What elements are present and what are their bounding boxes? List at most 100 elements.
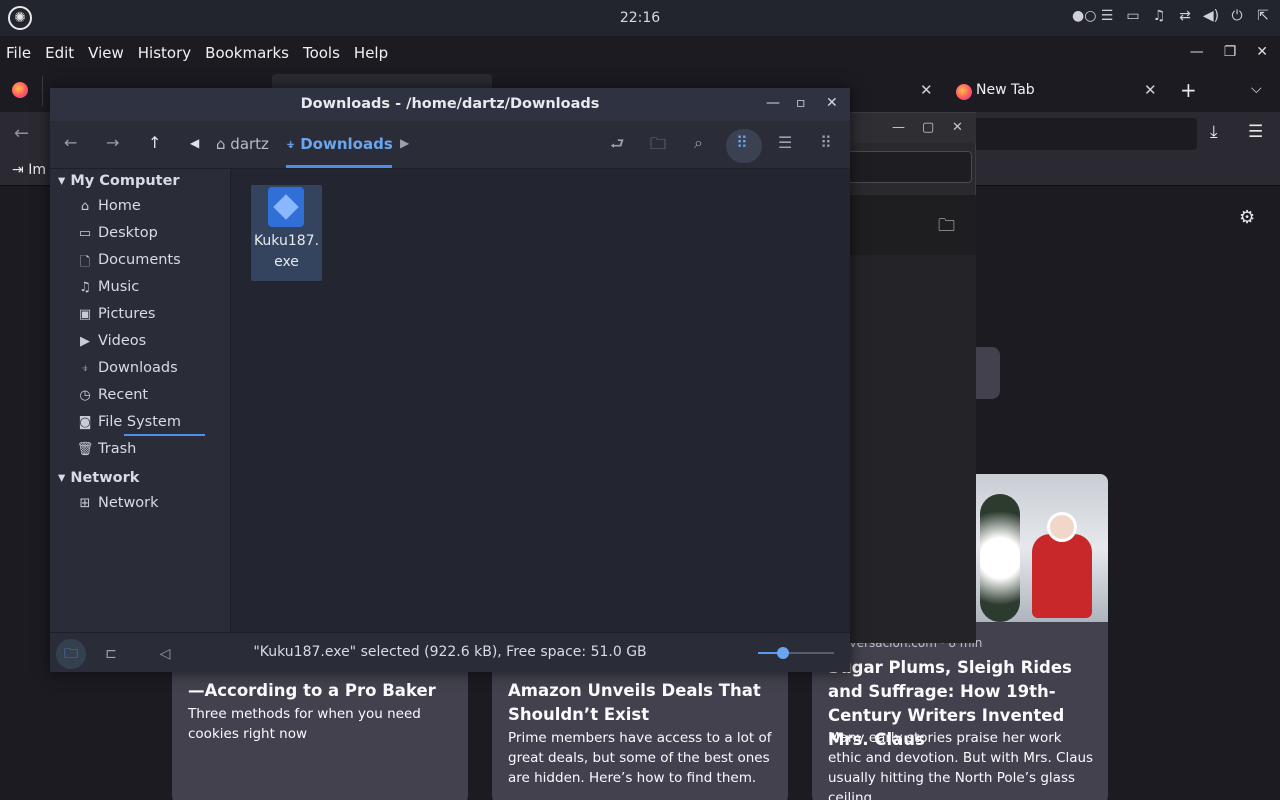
story-description: Three methods for when you need cookies … [188, 706, 421, 742]
back-arrow-icon[interactable]: ← [64, 133, 77, 152]
mrs-claus-figure-image [1032, 512, 1092, 618]
file-view[interactable]: Kuku187.exe [231, 169, 850, 632]
zoom-slider[interactable] [758, 647, 834, 659]
menu-history[interactable]: History [138, 44, 191, 62]
search-icon[interactable]: ⌕ [694, 133, 703, 153]
sidebar-section-network[interactable]: ▾ Network [58, 470, 139, 486]
minimize-icon[interactable]: — [892, 120, 905, 135]
close-icon[interactable]: ✕ [952, 120, 963, 135]
drive-icon: ◙ [78, 415, 92, 430]
sidebar-item-videos[interactable]: ▶ Videos [76, 331, 226, 355]
document-icon: 🗋 [79, 255, 91, 270]
firefox-icon[interactable] [12, 82, 28, 98]
folder-icon[interactable]: 🗀 [938, 213, 955, 242]
list-view-icon[interactable]: ☰ [778, 133, 792, 152]
sidebar-item-music[interactable]: ♫ Music [76, 277, 226, 301]
gear-icon[interactable]: ⚙ [1239, 207, 1255, 228]
executable-icon [268, 187, 304, 227]
up-arrow-icon[interactable]: ↑ [148, 133, 161, 152]
home-icon: ⌂ [80, 199, 90, 214]
network-icon[interactable]: ⇄ [1176, 8, 1194, 24]
sidebar-item-label: Downloads [98, 360, 178, 376]
menu-bookmarks[interactable]: Bookmarks [205, 44, 289, 62]
forward-arrow-icon[interactable]: → [106, 133, 119, 152]
folder-icon[interactable]: ▭ [1124, 8, 1142, 24]
new-tab-plus-icon[interactable]: + [1180, 78, 1197, 102]
sidebar-item-downloads[interactable]: ⍖ Downloads [76, 358, 226, 382]
sidebar-item-label: Network [98, 495, 159, 511]
hamburger-menu-icon[interactable]: ☰ [1248, 122, 1263, 142]
bookmark-import[interactable]: ⇥ Im [12, 162, 46, 178]
sidebar-item-trash[interactable]: 🗑 Trash [76, 439, 226, 463]
bell-icon[interactable]: ♫ [1150, 8, 1168, 24]
new-folder-icon[interactable]: 🗀 [650, 133, 666, 160]
dialog-path-bar[interactable] [850, 151, 972, 183]
sidebar-item-label: File System [98, 414, 181, 430]
story-title: —According to a Pro Baker [188, 681, 436, 700]
sidebar-item-recent[interactable]: ◷ Recent [76, 385, 226, 409]
compact-view-icon[interactable]: ⠿ [820, 133, 832, 152]
story-description: Prime members have access to a lot of gr… [508, 730, 772, 786]
file-item[interactable]: Kuku187.exe [251, 185, 322, 281]
trash-icon: 🗑 [76, 442, 94, 457]
bookmark-import-label: Im [28, 162, 46, 178]
status-dots-icon[interactable]: ●○ [1072, 8, 1096, 24]
back-arrow-icon[interactable]: ← [14, 123, 29, 144]
minimize-icon[interactable]: — [1190, 44, 1204, 60]
breadcrumb-downloads[interactable]: ⍖ Downloads [286, 135, 393, 153]
sidebar-item-label: Desktop [98, 225, 158, 241]
sidebar-item-pictures[interactable]: ▣ Pictures [76, 304, 226, 328]
breadcrumb-home[interactable]: ⌂ dartz [216, 135, 269, 153]
location-toggle-icon[interactable]: ⮐ [610, 133, 624, 160]
recent-icon: ◷ [79, 388, 91, 403]
tab-close-icon[interactable]: ✕ [920, 81, 933, 99]
close-icon[interactable]: ✕ [826, 95, 838, 111]
menu-edit[interactable]: Edit [45, 44, 74, 62]
menu-help[interactable]: Help [354, 44, 388, 62]
menu-view[interactable]: View [88, 44, 124, 62]
breadcrumb-left-icon[interactable]: ◀ [190, 136, 199, 150]
system-top-bar: ✺ 22:16 ●○ ☰ ▭ ♫ ⇄ ◀) ⏻ ⇱ [0, 0, 1280, 36]
sidebar-item-label: Home [98, 198, 141, 214]
places-sidebar: ▾ My Computer ⌂ Home ▭ Desktop 🗋 Documen… [50, 169, 231, 632]
close-icon[interactable]: ✕ [1256, 44, 1268, 60]
sidebar-section-label: My Computer [70, 173, 180, 189]
breadcrumb-label: Downloads [300, 135, 393, 153]
tab-close-icon[interactable]: ✕ [1144, 81, 1157, 99]
menu-tools[interactable]: Tools [303, 44, 340, 62]
maximize-icon[interactable]: ▫ [796, 95, 806, 111]
file-chooser-dialog: — ▢ ✕ 🗀 [849, 112, 976, 643]
tab-new-tab[interactable]: New Tab ✕ [946, 74, 1170, 110]
music-icon: ♫ [79, 280, 91, 295]
breadcrumb-active-underline [286, 165, 392, 168]
desktop-icon: ▭ [78, 226, 92, 241]
icon-view-icon[interactable]: ⠿ [736, 133, 748, 152]
download-icon[interactable]: ⤓ [1210, 122, 1218, 142]
sidebar-item-home[interactable]: ⌂ Home [76, 196, 226, 220]
volume-icon[interactable]: ◀) [1202, 8, 1220, 24]
chevron-down-icon[interactable]: ⌵ [1251, 81, 1262, 97]
breadcrumb-right-icon[interactable]: ▶ [400, 136, 409, 150]
sidebar-item-network[interactable]: ⊞ Network [76, 493, 226, 517]
tab-divider [42, 76, 43, 106]
story-description: Many early stories praise her work ethic… [828, 730, 1094, 800]
sidebar-item-desktop[interactable]: ▭ Desktop [76, 223, 226, 247]
dialog-body [850, 255, 976, 643]
url-bar[interactable] [960, 118, 1197, 150]
zoom-slider-handle[interactable] [777, 647, 790, 659]
menu-icon[interactable]: ☰ [1098, 8, 1116, 24]
sidebar-section-my-computer[interactable]: ▾ My Computer [58, 173, 180, 189]
file-name: Kuku187.exe [253, 233, 320, 270]
menu-file[interactable]: File [6, 44, 31, 62]
minimize-icon[interactable]: — [766, 95, 780, 111]
maximize-icon[interactable]: ▢ [922, 120, 934, 135]
exit-icon[interactable]: ⇱ [1254, 8, 1272, 24]
power-icon[interactable]: ⏻ [1228, 8, 1246, 24]
maximize-icon[interactable]: ❐ [1224, 44, 1237, 60]
sidebar-item-label: Videos [98, 333, 147, 349]
status-bar: 🗀 ⊏ ◁ "Kuku187.exe" selected (922.6 kB),… [50, 632, 850, 672]
sidebar-item-label: Trash [98, 441, 137, 457]
sidebar-item-documents[interactable]: 🗋 Documents [76, 250, 226, 274]
sidebar-item-label: Pictures [98, 306, 156, 322]
sidebar-item-file-system[interactable]: ◙ File System [76, 412, 226, 436]
